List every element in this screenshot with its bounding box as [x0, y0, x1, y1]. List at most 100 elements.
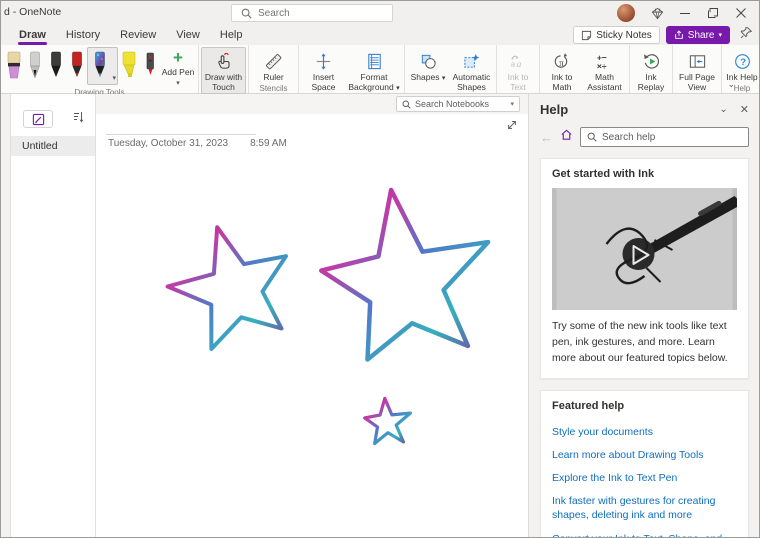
automatic-shapes-label: Automatic Shapes [452, 72, 491, 93]
sticky-notes-label: Sticky Notes [596, 29, 652, 41]
ink-star-2 [319, 187, 491, 362]
insert-space-label: Insert Space [311, 72, 336, 93]
shapes-label: Shapes [410, 72, 440, 82]
draw-with-touch-label: Draw with Touch [204, 72, 243, 93]
minimize-icon[interactable] [671, 1, 699, 25]
help-search-box[interactable]: Search help [580, 127, 749, 147]
tab-view[interactable]: View [166, 26, 210, 45]
share-label: Share [687, 29, 715, 41]
ruler-button[interactable]: Ruler [251, 47, 296, 84]
ink-star-3 [363, 396, 412, 446]
pen-compact-red-accent[interactable] [139, 47, 160, 83]
help-link-convert-ink[interactable]: Convert your Ink to Text, Shape, and Mat… [552, 527, 737, 537]
svg-text:?: ? [740, 56, 746, 67]
math-assistant-icon: +− ×÷ [595, 51, 614, 71]
ruler-icon [264, 51, 283, 71]
ink-to-math-button[interactable]: π Ink to Math [542, 47, 582, 94]
content-area: Untitled Search Notebooks ▾ Tuesday, Oct… [1, 94, 759, 537]
help-home-icon[interactable] [560, 128, 573, 146]
ink-replay-button[interactable]: Ink Replay [632, 47, 670, 94]
group-math: π Ink to Math +−×÷ Math Assistant Math [540, 45, 630, 103]
ink-canvas[interactable] [96, 94, 528, 538]
add-pen-button[interactable]: + Add Pen ▾ [160, 47, 196, 88]
automatic-shapes-button[interactable]: Automatic Shapes [449, 47, 494, 94]
pen-red[interactable] [66, 47, 87, 83]
help-video-thumbnail[interactable] [552, 188, 737, 310]
math-assistant-button[interactable]: +− ×÷ Math Assistant [582, 47, 627, 94]
pin-ribbon-icon[interactable] [740, 26, 753, 44]
pen-galaxy-selected[interactable]: ▾ [87, 47, 118, 85]
insert-space-button[interactable]: Insert Space [301, 47, 346, 94]
note-canvas[interactable]: Search Notebooks ▾ Tuesday, October 31, … [96, 94, 528, 537]
full-page-view-button[interactable]: Full Page View [675, 47, 719, 94]
group-drawing-tools: ▾ + Add Pen ▾ Drawing Tools [1, 45, 199, 97]
navigation-rail[interactable] [1, 94, 11, 537]
sticky-note-icon [582, 30, 592, 40]
tab-history[interactable]: History [56, 26, 110, 45]
highlighter-yellow[interactable] [118, 47, 139, 83]
page-list-item-untitled[interactable]: Untitled [11, 136, 95, 156]
pen-gray-ballpoint[interactable] [24, 47, 45, 83]
ink-replay-icon [642, 51, 661, 71]
featured-help-heading: Featured help [552, 400, 625, 413]
help-link-ink-to-text-pen[interactable]: Explore the Ink to Text Pen [552, 467, 737, 490]
plus-icon: + [173, 48, 183, 67]
help-link-style-documents[interactable]: Style your documents [552, 420, 737, 443]
close-icon[interactable] [727, 1, 755, 25]
svg-text:π: π [559, 57, 564, 67]
sort-pages-icon[interactable] [73, 110, 85, 128]
draw-with-touch-button[interactable]: Draw with Touch [201, 47, 246, 95]
search-icon [241, 8, 252, 19]
ribbon: ▾ + Add Pen ▾ Drawing Tools Draw with To… [1, 45, 759, 104]
help-close-icon[interactable]: ✕ [740, 103, 749, 116]
add-page-button[interactable] [23, 110, 53, 128]
pen-black-marker[interactable] [45, 47, 66, 83]
ink-to-math-icon: π [553, 51, 572, 71]
group-shapes: Shapes ▾ Automatic Shapes Shapes [405, 45, 497, 103]
full-page-view-icon [688, 51, 707, 71]
format-background-button[interactable]: Format Background ▾ [346, 47, 402, 95]
tab-review[interactable]: Review [110, 26, 166, 45]
search-placeholder: Search [258, 7, 290, 19]
full-page-view-label: Full Page View [679, 72, 715, 93]
maximize-icon[interactable] [699, 1, 727, 25]
group-input-mode: Draw with Touch Input Mode [199, 45, 249, 103]
format-background-icon [365, 51, 384, 71]
ink-replay-label: Ink Replay [637, 72, 665, 93]
math-assistant-label: Math Assistant [587, 72, 622, 93]
automatic-shapes-icon [462, 51, 481, 71]
shapes-icon [419, 51, 438, 71]
shapes-button[interactable]: Shapes ▾ [407, 47, 449, 85]
group-stencils: Ruler Stencils [249, 45, 299, 93]
tab-help[interactable]: Help [210, 26, 253, 45]
group-replay: Ink Replay Replay [630, 45, 673, 103]
collapse-ribbon-chevron[interactable]: ⌄ [727, 79, 735, 90]
help-link-ink-gestures[interactable]: Ink faster with gestures for creating sh… [552, 490, 737, 527]
shapes-chevron: ▾ [441, 75, 446, 82]
insert-space-icon [314, 51, 333, 71]
help-collapse-chevron-icon[interactable]: ⌄ [719, 104, 727, 115]
format-background-chevron: ▾ [396, 85, 400, 93]
ink-star-1 [165, 225, 288, 351]
share-icon [675, 30, 683, 39]
ink-to-math-label: Ink to Math [551, 72, 573, 93]
help-link-drawing-tools[interactable]: Learn more about Drawing Tools [552, 443, 737, 466]
help-panel-title: Help [540, 102, 569, 117]
help-card-description: Try some of the new ink tools like text … [552, 320, 728, 364]
draw-with-touch-icon [214, 51, 233, 71]
svg-text:a: a [516, 60, 521, 70]
whats-new-diamond-icon[interactable] [643, 1, 671, 25]
search-box[interactable]: Search [231, 4, 393, 22]
account-avatar[interactable] [617, 4, 635, 22]
help-card-heading: Get started with Ink [552, 168, 655, 180]
pen-options-chevron[interactable]: ▾ [112, 74, 116, 82]
onenote-window: d - OneNote Search Draw History Review V… [0, 0, 760, 538]
help-back-icon[interactable]: ← [540, 130, 553, 145]
tab-draw[interactable]: Draw [9, 26, 56, 45]
add-pen-label: Add Pen [161, 67, 195, 77]
eraser-tool[interactable] [3, 47, 24, 83]
share-button[interactable]: Share ▾ [665, 26, 730, 44]
sticky-notes-button[interactable]: Sticky Notes [573, 26, 660, 44]
add-page-icon [32, 113, 44, 125]
search-icon [587, 132, 597, 142]
